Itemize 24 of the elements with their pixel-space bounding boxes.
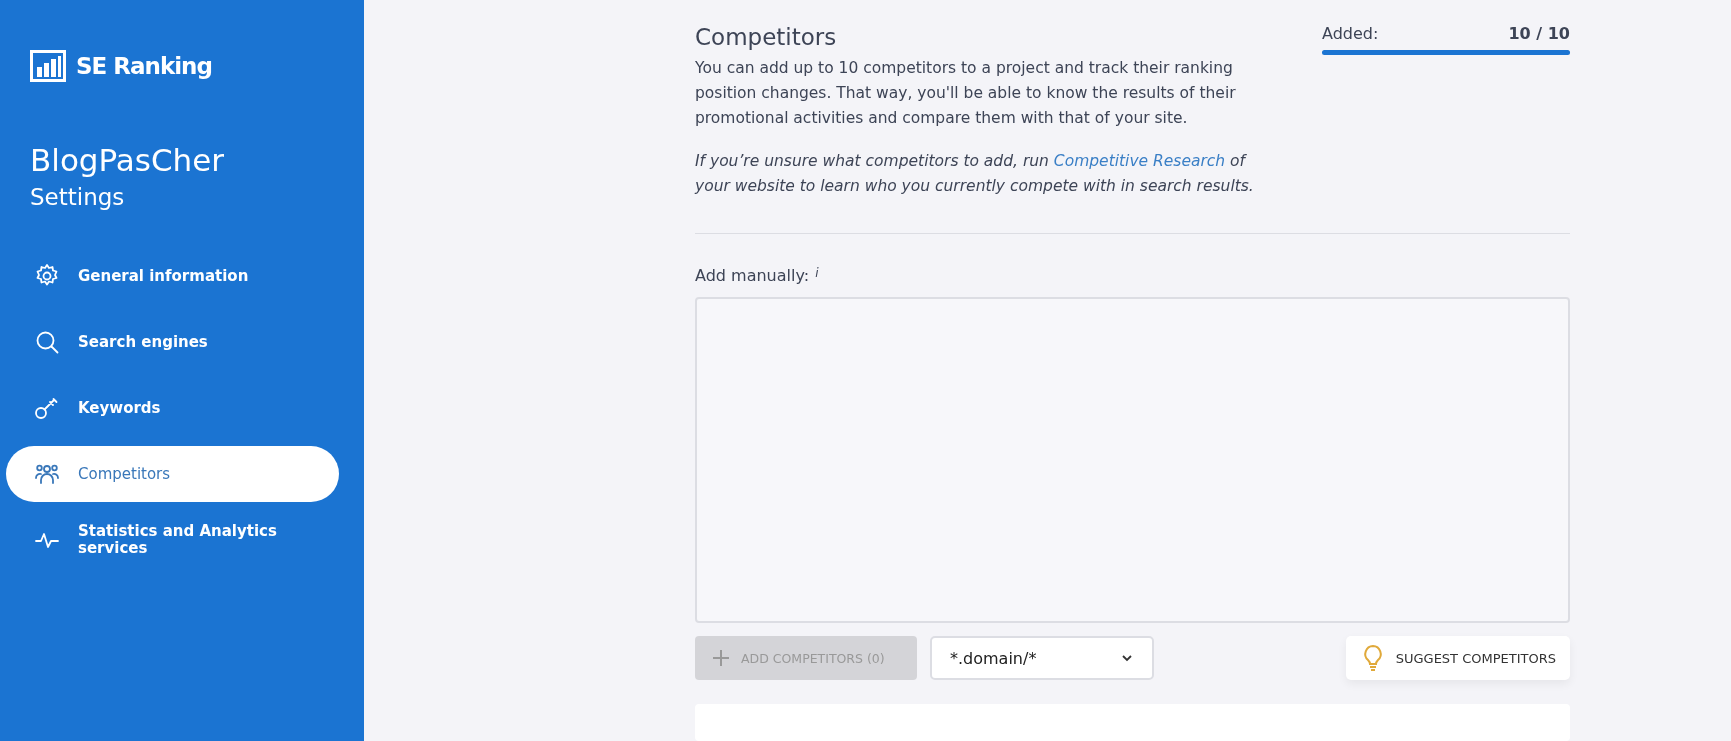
add-manually-label: Add manually: (695, 266, 810, 285)
search-icon (34, 329, 60, 355)
competitive-research-link[interactable]: Competitive Research (1053, 152, 1226, 170)
sidebar-item[interactable]: Statistics and Analytics services (6, 512, 339, 568)
sidebar-item[interactable]: Keywords (6, 380, 339, 436)
sidebar-item[interactable]: Competitors (6, 446, 339, 502)
added-label: Added: (1322, 24, 1379, 43)
description-text: You can add up to 10 competitors to a project and track their ranking position changes. That way, you'll be able to know the results of their promotional activities and compare them with that of your site. (695, 58, 1237, 129)
domain-dropdown[interactable]: *.domain/* (930, 636, 1154, 680)
hint-text: If you’re unsure what competitors to add, run Competitive Research of your website to learn who you currently compete with in search results. (695, 151, 1255, 197)
key-icon (34, 395, 60, 421)
competitors-input-field[interactable] (695, 297, 1570, 623)
info-icon[interactable]: i (815, 266, 819, 285)
bar-chart-logo-icon (30, 50, 66, 82)
sidebar-item[interactable]: Search engines (6, 314, 339, 370)
plus-icon (711, 648, 731, 668)
suggest-competitors-button[interactable]: SUGGEST COMPETITORS (1345, 636, 1570, 680)
sidebar-item[interactable]: General information (6, 248, 339, 304)
project-name: BlogPasCher (30, 142, 226, 178)
page-subtitle: Settings (30, 184, 126, 210)
section-title: Competitors (695, 24, 838, 50)
logo-text: SE Ranking (76, 53, 212, 79)
added-count: 10 / 10 (1508, 24, 1570, 43)
lightbulb-icon (1361, 644, 1384, 672)
